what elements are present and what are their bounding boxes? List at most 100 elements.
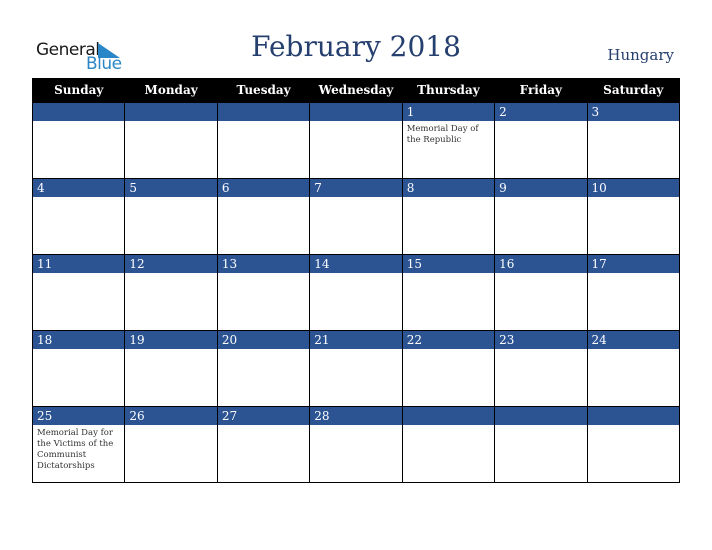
day-cell[interactable]: 16 — [494, 254, 588, 331]
holiday-label — [310, 197, 401, 200]
weekday-header-friday: Friday — [494, 78, 588, 103]
holiday-label — [218, 425, 309, 428]
day-cell[interactable]: 8 — [401, 178, 496, 255]
week-row: 18 19 20 21 22 23 24 — [31, 330, 681, 407]
day-cell[interactable]: 9 — [494, 178, 588, 255]
holiday-label — [33, 197, 124, 200]
day-cell[interactable]: 7 — [309, 178, 403, 255]
day-cell[interactable]: 26 — [124, 406, 218, 483]
day-cell[interactable]: 11 — [31, 254, 126, 331]
day-cell[interactable] — [586, 406, 681, 483]
day-cell[interactable]: 12 — [124, 254, 218, 331]
week-row: 11 12 13 14 15 16 17 — [31, 254, 681, 331]
day-cell[interactable]: 2 — [494, 102, 588, 179]
day-number: 10 — [587, 179, 679, 197]
day-cell[interactable]: 20 — [216, 330, 311, 407]
holiday-label — [310, 121, 401, 124]
day-number: 16 — [495, 255, 587, 273]
day-number: 2 — [495, 103, 587, 121]
week-row: 25 Memorial Day for the Victims of the Co… — [31, 406, 681, 483]
weekday-header-monday: Monday — [124, 78, 218, 103]
day-number — [125, 103, 217, 121]
holiday-label — [33, 273, 124, 276]
day-cell[interactable]: 3 — [586, 102, 681, 179]
day-number: 20 — [217, 331, 310, 349]
day-number — [402, 407, 495, 425]
day-cell[interactable]: 17 — [586, 254, 681, 331]
day-cell[interactable]: 27 — [216, 406, 311, 483]
day-number: 8 — [402, 179, 495, 197]
day-cell[interactable] — [216, 102, 311, 179]
day-number — [33, 103, 125, 121]
day-cell[interactable]: 25 Memorial Day for the Victims of the Co… — [31, 406, 126, 483]
day-number: 18 — [33, 331, 125, 349]
weekday-header-thursday: Thursday — [401, 78, 496, 103]
holiday-label — [310, 425, 401, 428]
day-number: 12 — [125, 255, 217, 273]
holiday-label — [33, 349, 124, 352]
holiday-label — [218, 121, 309, 124]
day-cell[interactable] — [124, 102, 218, 179]
holiday-label: Memorial Day of the Republic — [406, 124, 479, 145]
day-cell[interactable]: 6 — [216, 178, 311, 255]
week-row: 1 Memorial Day of the Republic 2 3 — [31, 102, 681, 179]
holiday-label — [125, 197, 216, 200]
weekday-header-tuesday: Tuesday — [216, 78, 311, 103]
holiday-label — [588, 121, 679, 124]
holiday-label — [495, 197, 586, 200]
holiday-label — [588, 197, 679, 200]
holiday-label — [588, 273, 679, 276]
holiday-label — [588, 349, 679, 352]
day-number: 1 — [402, 103, 495, 121]
calendar-title: February 2018 — [251, 30, 461, 63]
weekday-header-sunday: Sunday — [31, 78, 126, 103]
day-cell[interactable]: 13 — [216, 254, 311, 331]
calendar-grid: Sunday Monday Tuesday Wednesday Thursday Frid… — [31, 78, 681, 483]
day-cell[interactable] — [494, 406, 588, 483]
day-number: 13 — [217, 255, 310, 273]
day-number: 25 — [33, 407, 125, 425]
day-number: 11 — [33, 255, 125, 273]
day-cell[interactable]: 23 — [494, 330, 588, 407]
day-number — [310, 103, 402, 121]
day-number: 3 — [587, 103, 679, 121]
day-number: 21 — [310, 331, 402, 349]
day-number — [587, 407, 679, 425]
day-cell[interactable]: 28 — [309, 406, 403, 483]
day-cell[interactable] — [401, 406, 496, 483]
day-number — [495, 407, 587, 425]
holiday-label — [310, 273, 401, 276]
day-number: 17 — [587, 255, 679, 273]
day-number: 23 — [495, 331, 587, 349]
day-cell[interactable]: 22 — [401, 330, 496, 407]
day-cell[interactable] — [31, 102, 126, 179]
day-cell[interactable]: 14 — [309, 254, 403, 331]
holiday-label — [403, 349, 494, 352]
day-cell[interactable]: 21 — [309, 330, 403, 407]
holiday-label — [125, 121, 216, 124]
holiday-label — [218, 197, 309, 200]
holiday-label: Memorial Day for the Victims of the Comm… — [37, 428, 114, 471]
day-number: 24 — [587, 331, 679, 349]
day-number: 4 — [33, 179, 125, 197]
holiday-label — [125, 273, 216, 276]
weekday-header-row: Sunday Monday Tuesday Wednesday Thursday Frid… — [31, 78, 681, 103]
holiday-label — [218, 349, 309, 352]
day-cell[interactable]: 15 — [401, 254, 496, 331]
day-number: 9 — [495, 179, 587, 197]
day-number: 15 — [402, 255, 495, 273]
day-cell[interactable]: 24 — [586, 330, 681, 407]
day-cell[interactable]: 19 — [124, 330, 218, 407]
country-label: Hungary — [607, 46, 674, 64]
holiday-label — [125, 349, 216, 352]
day-cell[interactable] — [309, 102, 403, 179]
holiday-label — [495, 425, 586, 428]
day-number: 6 — [217, 179, 310, 197]
day-cell[interactable]: 4 — [31, 178, 126, 255]
day-cell[interactable]: 1 Memorial Day of the Republic — [401, 102, 496, 179]
holiday-label — [310, 349, 401, 352]
day-number: 19 — [125, 331, 217, 349]
day-cell[interactable]: 10 — [586, 178, 681, 255]
day-cell[interactable]: 18 — [31, 330, 126, 407]
day-cell[interactable]: 5 — [124, 178, 218, 255]
